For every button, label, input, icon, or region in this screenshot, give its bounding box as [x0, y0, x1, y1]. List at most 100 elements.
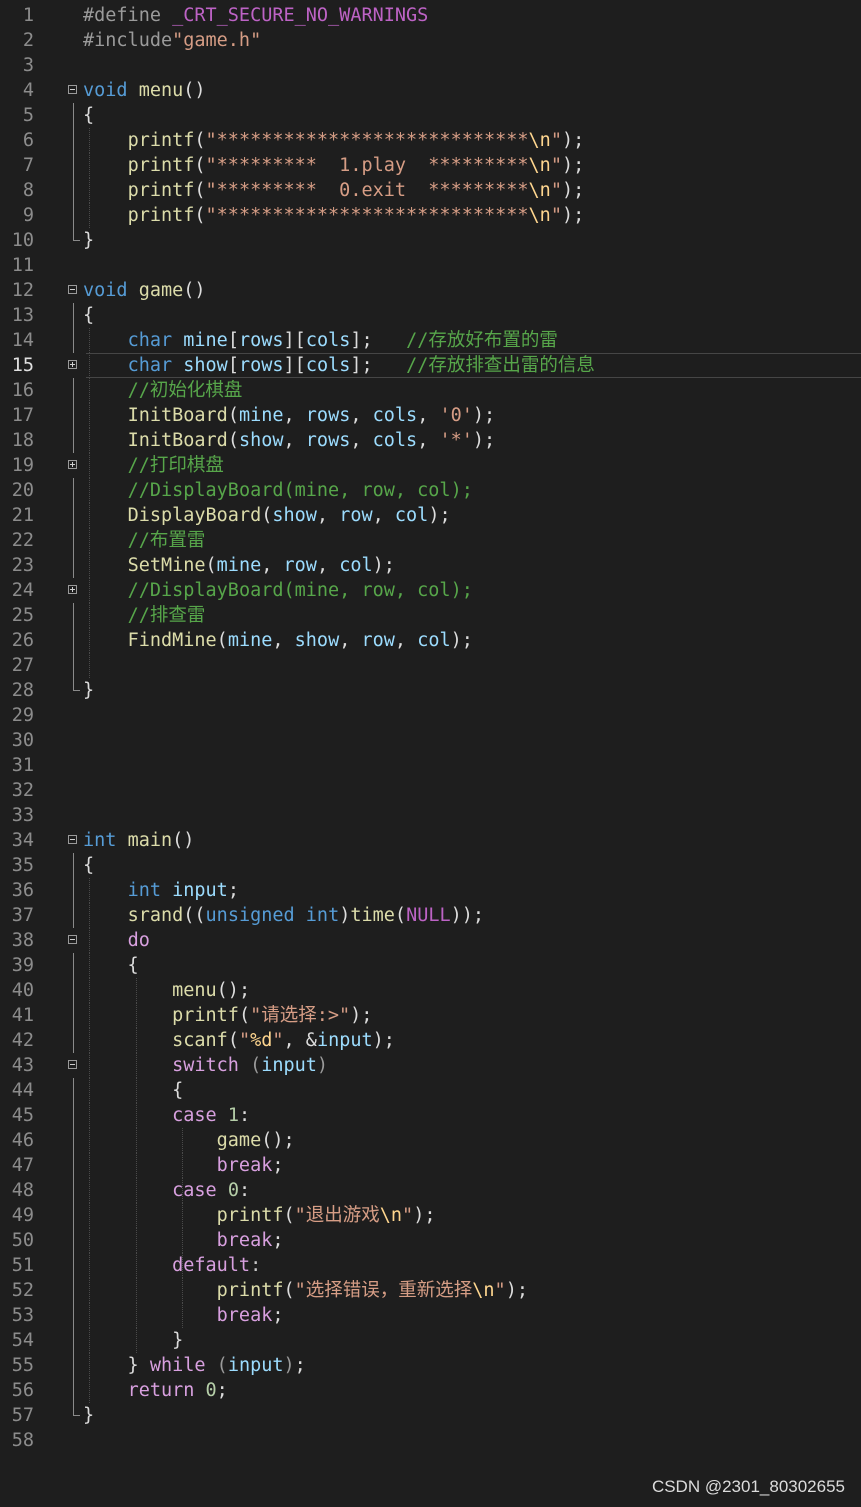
code-line[interactable]: 29 — [0, 703, 861, 728]
code-token: ( — [227, 1030, 239, 1051]
fold-line — [73, 1253, 74, 1278]
line-number: 45 — [11, 1105, 34, 1126]
code-line[interactable]: 11 — [0, 253, 861, 278]
code-line[interactable]: 25 //排查雷 — [0, 603, 861, 628]
code-line[interactable]: 57} — [0, 1403, 861, 1428]
code-line[interactable]: 51 default: — [0, 1253, 861, 1278]
code-token: %d — [250, 1030, 273, 1051]
code-token: 0 — [205, 1380, 217, 1401]
code-line[interactable]: 20 //DisplayBoard(mine, row, col); — [0, 478, 861, 503]
expand-fold-icon[interactable] — [68, 585, 77, 594]
code-line[interactable]: 43 switch (input) — [0, 1053, 861, 1078]
code-line[interactable]: 14 char mine[rows][cols]; //存放好布置的雷 — [0, 328, 861, 353]
code-line[interactable]: 32 — [0, 778, 861, 803]
code-line[interactable]: 6 printf("****************************\n… — [0, 128, 861, 153]
code-line[interactable]: 53 break; — [0, 1303, 861, 1328]
code-line[interactable]: 2 #include"game.h" — [0, 28, 861, 53]
code-line[interactable]: 16 //初始化棋盘 — [0, 378, 861, 403]
code-line[interactable]: 55 } while (input); — [0, 1353, 861, 1378]
code-line[interactable]: 19 //打印棋盘 — [0, 453, 861, 478]
code-line[interactable]: 40 menu(); — [0, 978, 861, 1003]
fold-line — [73, 1378, 74, 1403]
code-line[interactable]: 18 InitBoard(show, rows, cols, '*'); — [0, 428, 861, 453]
code-line[interactable]: 42 scanf("%d", &input); — [0, 1028, 861, 1053]
collapse-fold-icon[interactable] — [68, 835, 77, 844]
line-number: 31 — [11, 755, 34, 776]
code-token: ) — [283, 1355, 295, 1376]
fold-line — [73, 628, 74, 653]
code-token: , — [283, 430, 306, 451]
code-line[interactable]: 12 void game() — [0, 278, 861, 303]
code-text: return 0; — [83, 1378, 228, 1403]
code-line[interactable]: 9 printf("****************************\n… — [0, 203, 861, 228]
code-token: rows — [305, 405, 351, 426]
collapse-fold-icon[interactable] — [68, 935, 77, 944]
code-line[interactable]: 5{ — [0, 103, 861, 128]
code-line[interactable]: 17 InitBoard(mine, rows, cols, '0'); — [0, 403, 861, 428]
code-line[interactable]: 47 break; — [0, 1153, 861, 1178]
code-line[interactable]: 28} — [0, 678, 861, 703]
code-line[interactable]: 54 } — [0, 1328, 861, 1353]
code-text: switch (input) — [83, 1053, 328, 1078]
fold-line — [73, 553, 74, 578]
code-line[interactable]: 41 printf("请选择:>"); — [0, 1003, 861, 1028]
code-line[interactable]: 52 printf("选择错误，重新选择\n"); — [0, 1278, 861, 1303]
code-line[interactable]: 31 — [0, 753, 861, 778]
code-token: break — [216, 1155, 273, 1176]
code-line[interactable]: 30 — [0, 728, 861, 753]
expand-fold-icon[interactable] — [68, 360, 77, 369]
code-line[interactable]: 44 { — [0, 1078, 861, 1103]
code-token: , — [261, 555, 284, 576]
line-number: 18 — [11, 430, 34, 451]
code-line[interactable]: 35 { — [0, 853, 861, 878]
code-line[interactable]: 33 — [0, 803, 861, 828]
code-line[interactable]: 45 case 1: — [0, 1103, 861, 1128]
code-line[interactable]: 21 DisplayBoard(show, row, col); — [0, 503, 861, 528]
code-line[interactable]: 13 { — [0, 303, 861, 328]
code-token: ( — [216, 1355, 228, 1376]
code-token: } — [83, 230, 95, 251]
code-text: { — [83, 1078, 183, 1103]
code-line[interactable]: 58 — [0, 1428, 861, 1453]
code-line[interactable]: 39 { — [0, 953, 861, 978]
code-line[interactable]: 7 printf("********* 1.play *********\n")… — [0, 153, 861, 178]
code-line[interactable]: 4 void menu() — [0, 78, 861, 103]
code-line[interactable]: 24 //DisplayBoard(mine, row, col); — [0, 578, 861, 603]
code-line[interactable]: 22 //布置雷 — [0, 528, 861, 553]
code-line[interactable]: 8 printf("********* 0.exit *********\n")… — [0, 178, 861, 203]
collapse-fold-icon[interactable] — [68, 1060, 77, 1069]
line-number: 4 — [22, 80, 34, 101]
code-editor[interactable]: 1 #define _CRT_SECURE_NO_WARNINGS 2 #includ… — [0, 3, 861, 1453]
code-line[interactable]: 3 — [0, 53, 861, 78]
code-text: } — [83, 1328, 183, 1353]
code-token: cols — [372, 430, 418, 451]
expand-fold-icon[interactable] — [68, 460, 77, 469]
code-token: break — [216, 1230, 273, 1251]
code-line[interactable]: 49 printf("退出游戏\n"); — [0, 1203, 861, 1228]
code-line[interactable]: 56 return 0; — [0, 1378, 861, 1403]
code-line[interactable]: 23 SetMine(mine, row, col); — [0, 553, 861, 578]
code-line[interactable]: 50 break; — [0, 1228, 861, 1253]
code-line[interactable]: 10} — [0, 228, 861, 253]
code-line[interactable]: 27 — [0, 653, 861, 678]
collapse-fold-icon[interactable] — [68, 85, 77, 94]
code-line[interactable]: 15 char show[rows][cols]; //存放排查出雷的信息 — [0, 353, 861, 378]
code-line[interactable]: 34 int main() — [0, 828, 861, 853]
code-line[interactable]: 1 #define _CRT_SECURE_NO_WARNINGS — [0, 3, 861, 28]
code-line[interactable]: 48 case 0: — [0, 1178, 861, 1203]
code-token: " — [550, 130, 562, 151]
code-line[interactable]: 36 int input; — [0, 878, 861, 903]
code-token: ( — [194, 155, 206, 176]
code-token: ][ — [283, 330, 306, 351]
code-token: void — [83, 80, 128, 101]
code-line[interactable]: 46 game(); — [0, 1128, 861, 1153]
code-token: ( — [250, 1055, 262, 1076]
collapse-fold-icon[interactable] — [68, 285, 77, 294]
line-number: 51 — [11, 1255, 34, 1276]
code-line[interactable]: 38 do — [0, 928, 861, 953]
code-line[interactable]: 37 srand((unsigned int)time(NULL)); — [0, 903, 861, 928]
code-line[interactable]: 26 FindMine(mine, show, row, col); — [0, 628, 861, 653]
